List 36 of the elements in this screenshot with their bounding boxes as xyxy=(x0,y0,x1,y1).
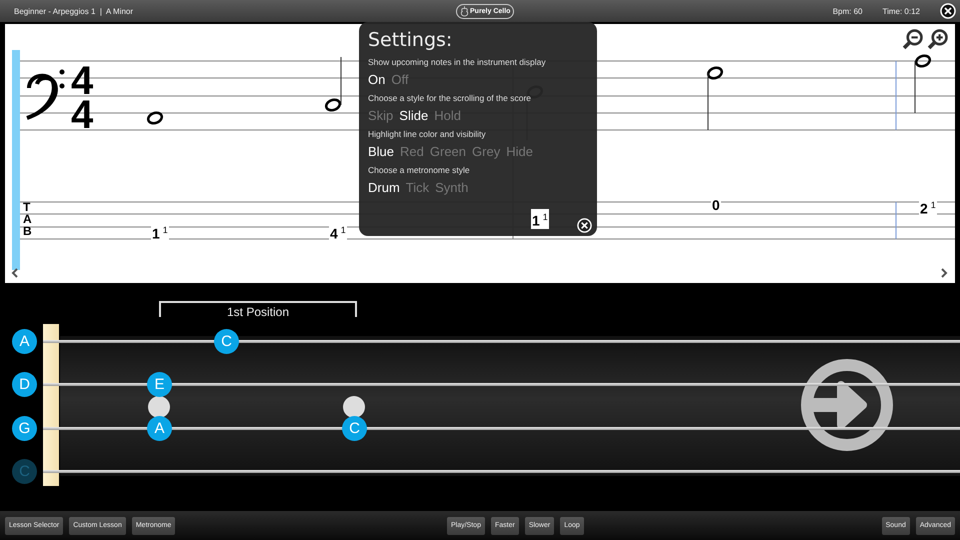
time-signature-denominator: 4 xyxy=(71,97,94,133)
setting-option[interactable]: Drum xyxy=(368,180,400,196)
scroll-left-icon[interactable] xyxy=(11,268,19,278)
time-readout: Time: 0:12 xyxy=(882,6,920,16)
setting-label: Highlight line color and visibility xyxy=(368,128,487,141)
time-signature-numerator: 4 xyxy=(71,63,94,99)
note xyxy=(146,111,164,125)
open-string-label: G xyxy=(12,416,37,441)
open-string-label: A xyxy=(12,329,37,354)
setting-option[interactable]: Slide xyxy=(399,108,428,124)
note xyxy=(324,56,342,112)
scroll-right-icon[interactable] xyxy=(940,268,948,278)
note xyxy=(914,54,932,114)
open-string-label: D xyxy=(12,372,37,397)
note xyxy=(706,66,724,130)
zoom-out-icon[interactable] xyxy=(902,29,923,50)
tab-number: 1 $^{1}$ xyxy=(531,209,549,229)
setting-label: Choose a style for the scrolling of the score xyxy=(368,92,532,105)
bass-clef-icon xyxy=(25,70,64,120)
lesson-title: Beginner - Arpeggios 1 | A Minor xyxy=(14,6,134,16)
close-icon[interactable] xyxy=(940,3,956,19)
setting-option[interactable]: On xyxy=(368,72,386,88)
cello-icon xyxy=(460,6,469,17)
bpm-readout: Bpm: 60 xyxy=(832,6,862,16)
tab-number: 0 xyxy=(711,197,721,213)
tab-letter: T xyxy=(23,201,32,213)
close-icon[interactable] xyxy=(577,218,592,233)
setting-label: Choose a metronome style xyxy=(368,164,471,177)
setting-label: Show upcoming notes in the instrument display xyxy=(368,56,547,69)
tab-letter: B xyxy=(23,225,32,237)
setting-option[interactable]: Blue xyxy=(368,144,394,160)
position-label: 1st Position xyxy=(227,305,290,319)
zoom-in-icon[interactable] xyxy=(927,29,948,50)
tab-letter: A xyxy=(23,213,32,225)
settings-title: Settings: xyxy=(368,28,454,53)
note-marker: C xyxy=(214,329,239,354)
